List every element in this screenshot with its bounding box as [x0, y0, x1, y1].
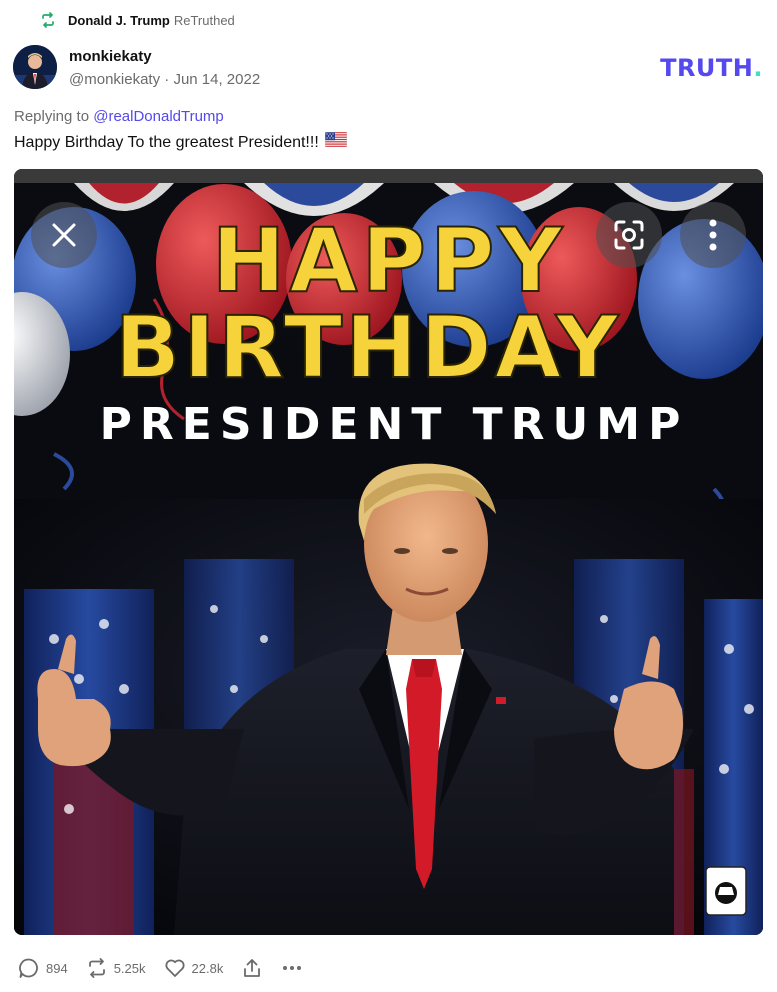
reply-context: Replying to @realDonaldTrump [14, 108, 224, 125]
retruth-header: Donald J. Trump ReTruthed [40, 10, 235, 30]
display-name[interactable]: monkiekaty [69, 47, 260, 67]
retruth-verb: ReTruthed [173, 12, 235, 28]
share-button[interactable] [241, 957, 263, 979]
post-image[interactable]: HAPPY BIRTHDAY PRESIDENT TRUMP [14, 169, 763, 935]
reply-button[interactable]: 894 [18, 957, 68, 979]
post-body: Happy Birthday To the greatest President… [14, 131, 348, 154]
post-date[interactable]: Jun 14, 2022 [173, 71, 260, 88]
banner-line-1: HAPPY [212, 209, 566, 312]
close-icon [49, 220, 79, 250]
post-actions: 894 5.25k 22.8k [18, 956, 321, 980]
heart-icon [164, 957, 186, 979]
retruth-icon [40, 12, 56, 28]
banner-line-3: PRESIDENT TRUMP [100, 399, 689, 450]
retruth-button[interactable]: 5.25k [86, 957, 146, 979]
us-flag-emoji [324, 131, 348, 154]
reply-icon [18, 957, 40, 979]
lens-button[interactable] [596, 202, 662, 268]
reply-count: 894 [46, 960, 68, 976]
avatar[interactable] [13, 45, 57, 89]
retruth-user-link[interactable]: Donald J. Trump [68, 13, 170, 28]
author-handle[interactable]: @monkiekaty [69, 71, 160, 88]
share-icon [241, 957, 263, 979]
more-actions-button[interactable] [281, 957, 303, 979]
retruth-action-icon [86, 957, 108, 979]
separator: · [164, 71, 170, 88]
retruth-count: 5.25k [113, 960, 146, 976]
truth-logo: TRUTH. [660, 54, 763, 82]
lens-icon [612, 218, 646, 252]
more-horizontal-icon [281, 957, 303, 979]
close-button[interactable] [31, 202, 97, 268]
like-count: 22.8k [191, 960, 224, 976]
post-author: monkiekaty @monkiekaty · Jun 14, 2022 [13, 45, 260, 91]
banner-line-2: BIRTHDAY [115, 298, 622, 398]
watermark-icon [705, 866, 747, 916]
more-options-button[interactable] [680, 202, 746, 268]
post-text: Happy Birthday To the greatest President… [14, 134, 319, 151]
reply-mention-link[interactable]: @realDonaldTrump [93, 108, 224, 125]
reply-prefix: Replying to [14, 108, 90, 125]
more-vertical-icon [708, 218, 718, 252]
like-button[interactable]: 22.8k [164, 957, 224, 979]
